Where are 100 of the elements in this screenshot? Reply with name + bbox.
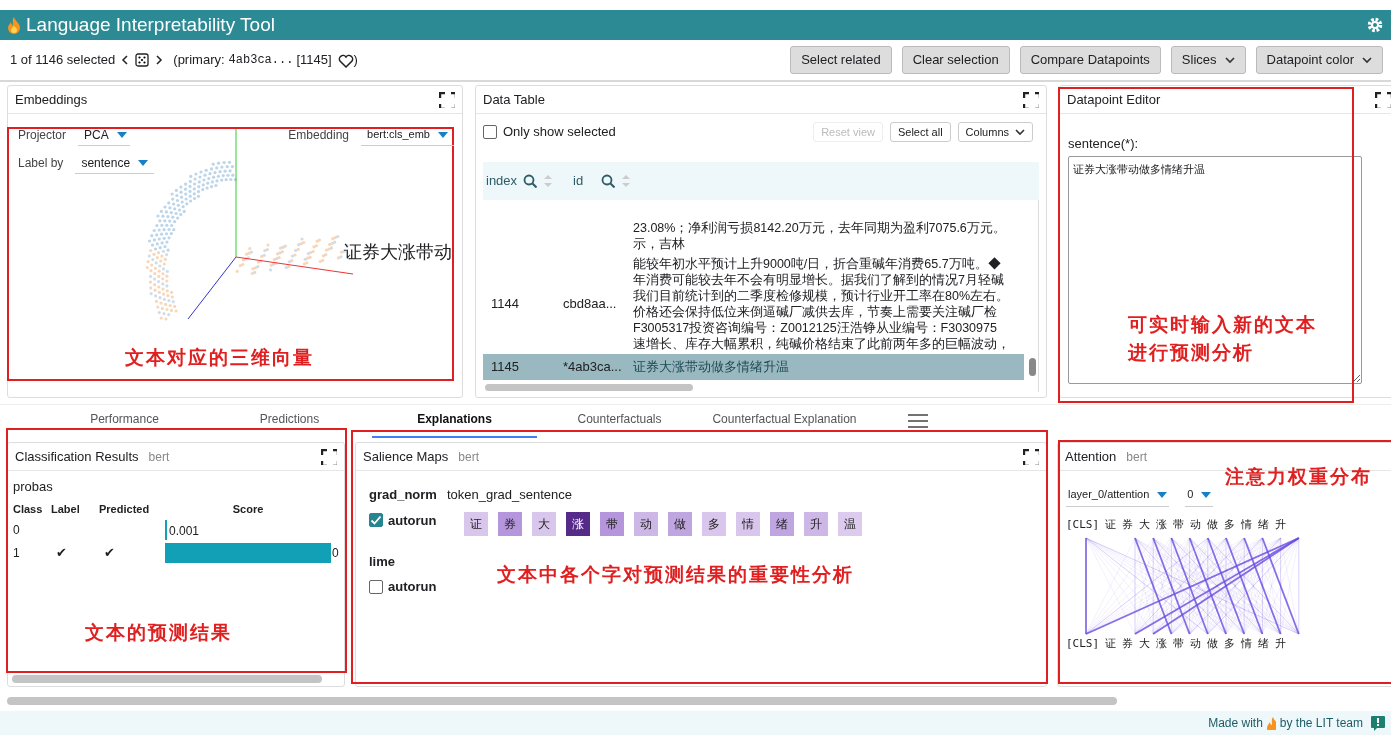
attention-token: [CLS] xyxy=(1066,516,1100,533)
attention-token: 升 xyxy=(1275,635,1287,652)
column-header[interactable]: index xyxy=(486,171,518,191)
model-name: bert xyxy=(458,448,479,466)
chevron-left-icon[interactable] xyxy=(121,55,130,65)
footer-text: by the LIT team xyxy=(1279,715,1363,732)
table-button[interactable]: Select all xyxy=(889,122,951,142)
attention-token: 绪 xyxy=(1258,635,1270,652)
dropdown-button[interactable]: Datapoint color xyxy=(1255,46,1383,74)
attention-token: 做 xyxy=(1207,516,1219,533)
panel-title: Attention xyxy=(1065,447,1117,466)
attention-token: 券 xyxy=(1122,635,1134,652)
token-chip: 多 xyxy=(702,511,727,536)
toolbar-button[interactable]: Select related xyxy=(790,46,892,74)
token-chip: 券 xyxy=(498,511,523,536)
toolbar-button[interactable]: Compare Datapoints xyxy=(1019,46,1161,74)
table-cell-text: 能较年初水平预计上升9000吨/日，折合重碱年消费65.7万吨。◆ xyxy=(633,256,1002,272)
field-label: Projector xyxy=(18,127,67,144)
attention-token: 多 xyxy=(1224,635,1236,652)
table-cell: 23.08%；净利润亏损8142.20万元，去年同期为盈利7075.6万元。 xyxy=(633,220,1006,236)
table-cell: 0 xyxy=(13,523,20,537)
dice-icon[interactable] xyxy=(135,53,150,67)
dropdown[interactable]: 0 xyxy=(1185,483,1214,507)
checkbox[interactable] xyxy=(483,125,497,139)
attention-token: 大 xyxy=(1139,635,1151,652)
expand-icon[interactable] xyxy=(1023,91,1039,108)
tab[interactable]: Counterfactuals xyxy=(537,410,702,438)
attention-token: 情 xyxy=(1241,635,1253,652)
menu-icon[interactable] xyxy=(908,414,928,428)
table-cell: 1 xyxy=(13,546,20,560)
method-name: lime xyxy=(369,552,395,571)
dropdown[interactable]: sentence xyxy=(75,152,155,174)
flame-icon xyxy=(1266,716,1276,730)
chevron-down-icon xyxy=(1362,56,1372,64)
tab[interactable]: Performance xyxy=(42,410,207,438)
method-name: grad_norm xyxy=(369,486,437,504)
annotation-text: 注意力权重分布 xyxy=(1225,464,1372,489)
primary-id: 4ab3ca... xyxy=(228,52,294,69)
check-mark: ✔ xyxy=(104,545,115,561)
expand-icon[interactable] xyxy=(439,91,455,108)
scrollbar-thumb[interactable] xyxy=(485,384,693,391)
checkbox[interactable] xyxy=(369,513,383,528)
selected-row[interactable]: 1145 *4ab3ca... 证券大涨带动做多情绪升温 xyxy=(483,354,1024,380)
annotation-text: 文本的预测结果 xyxy=(85,620,232,645)
table-cell-text: F3005317投资咨询编号：Z0012125汪浩铮从业编号：F3030975 xyxy=(633,320,998,336)
search-icon[interactable] xyxy=(601,174,616,188)
tab[interactable]: Predictions xyxy=(207,410,372,438)
checkbox[interactable] xyxy=(369,579,383,594)
checkbox-label: Only show selected xyxy=(503,123,616,142)
primary-index: [1145] xyxy=(296,51,332,70)
table-row[interactable]: 23.08%；净利润亏损8142.20万元，去年同期为盈利7075.6万元。 示，吉林 xyxy=(483,218,1024,254)
dropdown-arrow-icon xyxy=(438,131,448,138)
settings-icon[interactable] xyxy=(1367,17,1383,33)
field-label: Label by xyxy=(18,155,64,172)
model-name: bert xyxy=(1126,448,1147,466)
chevron-down-icon xyxy=(1015,128,1025,136)
table-cell-text: 示，吉林 xyxy=(633,236,686,252)
attention-token: 带 xyxy=(1173,635,1185,652)
field-name: token_grad_sentence xyxy=(446,486,572,504)
attention-token: 动 xyxy=(1190,635,1202,652)
chevron-right-icon[interactable] xyxy=(155,55,164,65)
token-chip: 涨 xyxy=(566,511,591,536)
field-label: sentence(*): xyxy=(1068,135,1140,153)
expand-icon[interactable] xyxy=(321,448,337,465)
search-icon[interactable] xyxy=(523,174,538,188)
panel-title: Data Table xyxy=(483,90,545,109)
tab[interactable]: Counterfactual Explanation xyxy=(702,410,867,438)
checkbox-label: autorun xyxy=(388,578,437,596)
scrollbar-thumb[interactable] xyxy=(7,697,1117,705)
table-cell-text: 年消费可能较去年不会有明显增长。据我们了解到的情况7月轻碱 xyxy=(633,272,1005,288)
column-header[interactable]: id xyxy=(573,171,584,191)
column-header: Predicted xyxy=(99,502,150,515)
token-chip: 绪 xyxy=(770,511,795,536)
attention-token: 升 xyxy=(1275,516,1287,533)
flame-icon xyxy=(8,16,20,34)
attention-token: 多 xyxy=(1224,516,1236,533)
tab[interactable]: Explanations xyxy=(372,410,537,438)
primary-label: (primary: xyxy=(173,51,225,70)
field-label: probas xyxy=(13,478,54,496)
heart-icon[interactable] xyxy=(337,52,354,68)
toolbar-button[interactable]: Clear selection xyxy=(901,46,1010,74)
table-cell: *4ab3ca... xyxy=(563,359,622,375)
table-cell: 证券大涨带动做多情绪升温 xyxy=(633,359,789,375)
table-cell: cbd8aa... xyxy=(563,296,617,312)
dropdown-button[interactable]: Slices xyxy=(1170,46,1246,74)
expand-icon[interactable] xyxy=(1023,448,1039,465)
dropdown[interactable]: layer_0/attention xyxy=(1066,483,1170,507)
scrollbar-thumb[interactable] xyxy=(1029,358,1036,376)
check-mark: ✔ xyxy=(56,545,67,561)
scrollbar-thumb[interactable] xyxy=(12,675,322,683)
dropdown[interactable]: bert:cls_emb xyxy=(361,124,454,146)
attention-token: 涨 xyxy=(1156,516,1168,533)
point-label: 证券大涨带动 xyxy=(344,241,452,264)
table-cell: 速增长、库存大幅累积，纯碱价格结束了此前两年多的巨幅波动， xyxy=(633,336,1010,352)
feedback-icon[interactable] xyxy=(1371,715,1385,731)
field-label: Embedding xyxy=(288,127,349,144)
expand-icon[interactable] xyxy=(1375,91,1391,108)
dropdown-button[interactable]: Columns xyxy=(957,122,1033,142)
dropdown[interactable]: PCA xyxy=(78,124,131,146)
dropdown-arrow-icon xyxy=(138,159,149,166)
